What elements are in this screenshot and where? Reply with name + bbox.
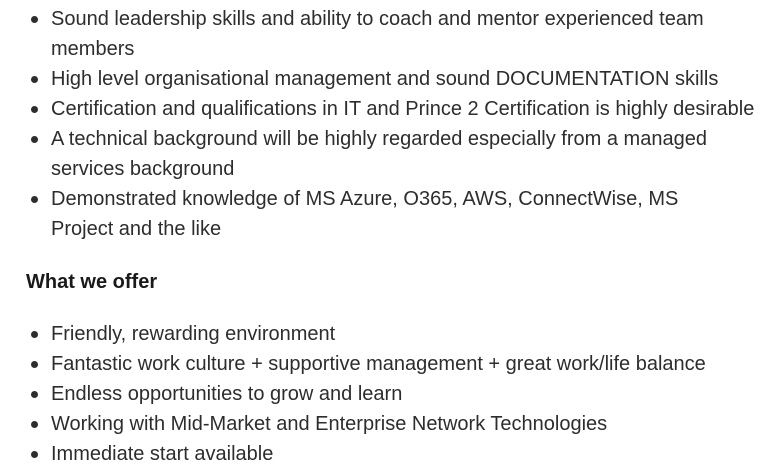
list-item-text: Fantastic work culture + supportive mana… xyxy=(51,353,706,375)
bullet-icon xyxy=(31,361,38,368)
list-item: Endless opportunities to grow and learn xyxy=(0,379,773,409)
job-description-content: Sound leadership skills and ability to c… xyxy=(0,0,773,469)
list-item-text: A technical background will be highly re… xyxy=(51,128,707,180)
list-item: Friendly, rewarding environment xyxy=(0,319,773,349)
offer-list: Friendly, rewarding environment Fantasti… xyxy=(0,319,773,469)
bullet-icon xyxy=(31,451,38,458)
bullet-icon xyxy=(31,391,38,398)
bullet-icon xyxy=(31,331,38,338)
list-item-text: Demonstrated knowledge of MS Azure, O365… xyxy=(51,188,679,240)
bullet-icon xyxy=(31,76,38,83)
list-item: Certification and qualifications in IT a… xyxy=(0,94,773,124)
list-item: Fantastic work culture + supportive mana… xyxy=(0,349,773,379)
bullet-icon xyxy=(31,421,38,428)
list-item-text: Immediate start available xyxy=(51,443,274,465)
list-item: Demonstrated knowledge of MS Azure, O365… xyxy=(0,184,701,244)
list-item-text: Working with Mid-Market and Enterprise N… xyxy=(51,413,608,435)
section-heading-what-we-offer: What we offer xyxy=(26,271,158,293)
bullet-icon xyxy=(31,136,38,143)
bullet-icon xyxy=(31,16,38,23)
requirements-list: Sound leadership skills and ability to c… xyxy=(0,0,773,244)
list-item: Immediate start available xyxy=(0,439,773,469)
list-item-text: Sound leadership skills and ability to c… xyxy=(51,8,704,60)
bullet-icon xyxy=(31,106,38,113)
list-item: A technical background will be highly re… xyxy=(0,124,721,184)
list-item-text: High level organisational management and… xyxy=(51,68,719,90)
list-item: Sound leadership skills and ability to c… xyxy=(0,4,721,64)
list-item-text: Friendly, rewarding environment xyxy=(51,323,336,345)
list-item-text: Certification and qualifications in IT a… xyxy=(51,98,755,120)
list-item: Working with Mid-Market and Enterprise N… xyxy=(0,409,773,439)
bullet-icon xyxy=(31,196,38,203)
list-item: High level organisational management and… xyxy=(0,64,773,94)
list-item-text: Endless opportunities to grow and learn xyxy=(51,383,403,405)
